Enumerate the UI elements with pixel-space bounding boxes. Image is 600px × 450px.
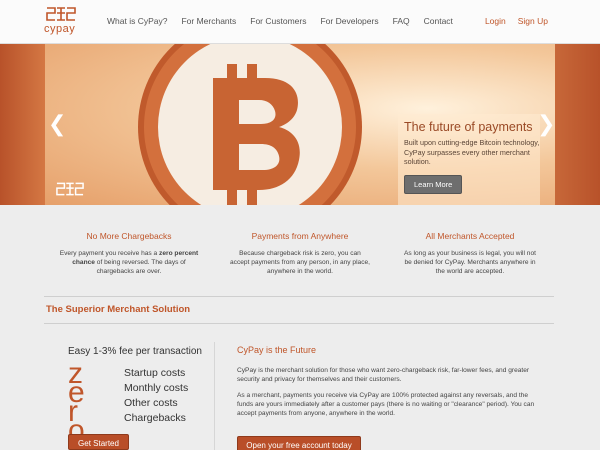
cost-list: Startup costs Monthly costs Other costs … — [124, 366, 188, 426]
feature-title: No More Chargebacks — [86, 231, 172, 241]
feature-payments-anywhere: Payments from Anywhere Because chargebac… — [230, 231, 370, 276]
logo-text: cypay — [44, 23, 76, 35]
main-menu: What is CyPay? For Merchants For Custome… — [107, 16, 467, 26]
future-paragraph-2: As a merchant, payments you receive via … — [237, 392, 535, 417]
nav-what-is-cypay[interactable]: What is CyPay? — [107, 16, 167, 26]
feature-text-part: Every payment you receive has a — [59, 250, 160, 257]
hero-prev-arrow[interactable]: ❮ — [48, 114, 66, 136]
cost-item: Other costs — [124, 397, 178, 409]
login-link[interactable]: Login — [485, 16, 506, 26]
nav-contact[interactable]: Contact — [424, 16, 453, 26]
nav-for-merchants[interactable]: For Merchants — [181, 16, 236, 26]
future-title: CyPay is the Future — [237, 345, 317, 355]
cost-item: Chargebacks — [124, 412, 186, 424]
hero-title: The future of payments — [404, 120, 533, 134]
top-nav: cypay What is CyPay? For Merchants For C… — [0, 0, 600, 44]
signup-link[interactable]: Sign Up — [518, 16, 548, 26]
feature-no-chargebacks: No More Chargebacks Every payment you re… — [59, 231, 199, 276]
hero-callout: The future of payments Built upon cuttin… — [398, 114, 540, 205]
learn-more-button[interactable]: Learn More — [404, 174, 463, 194]
get-started-button[interactable]: Get Started — [68, 434, 129, 450]
feature-text: Every payment you receive has a zero per… — [59, 249, 199, 276]
cypay-logo-icon — [46, 7, 76, 21]
feature-title: Payments from Anywhere — [251, 231, 349, 241]
logo[interactable]: cypay — [44, 7, 80, 37]
hero-logo-icon — [56, 182, 84, 196]
future-paragraph-1: CyPay is the merchant solution for those… — [237, 367, 530, 383]
section-divider-bottom — [44, 323, 554, 324]
hero-text: Built upon cutting-edge Bitcoin technolo… — [404, 138, 540, 166]
feature-title: All Merchants Accepted — [425, 231, 515, 241]
fee-text: Easy 1-3% fee per transaction — [68, 346, 202, 357]
nav-for-customers[interactable]: For Customers — [250, 16, 306, 26]
feature-all-merchants: All Merchants Accepted As long as your b… — [400, 231, 540, 276]
auth-links: Login Sign Up — [473, 16, 548, 26]
bitcoin-coin-icon — [138, 44, 362, 205]
cost-item: Startup costs — [124, 367, 186, 379]
nav-for-developers[interactable]: For Developers — [320, 16, 378, 26]
cost-item: Monthly costs — [124, 382, 189, 394]
feature-text: As long as your business is legal, you w… — [404, 250, 536, 275]
future-section: CyPay is the Future CyPay is the merchan… — [237, 345, 537, 425]
section-title: The Superior Merchant Solution — [46, 304, 191, 315]
hero-banner: ❮ ❯ The future of payments Built upon cu… — [0, 44, 600, 205]
nav-faq[interactable]: FAQ — [393, 16, 410, 26]
column-divider — [214, 342, 215, 450]
fee-promo: Easy 1-3% fee per transaction z e r o St… — [68, 346, 218, 446]
feature-text-part: of being reversed. The days of chargebac… — [94, 259, 186, 275]
open-account-button[interactable]: Open your free account today — [237, 436, 361, 450]
feature-text: Because chargeback risk is zero, you can… — [230, 250, 371, 275]
zero-word: z e r o — [68, 359, 113, 446]
section-divider-top — [44, 296, 554, 297]
